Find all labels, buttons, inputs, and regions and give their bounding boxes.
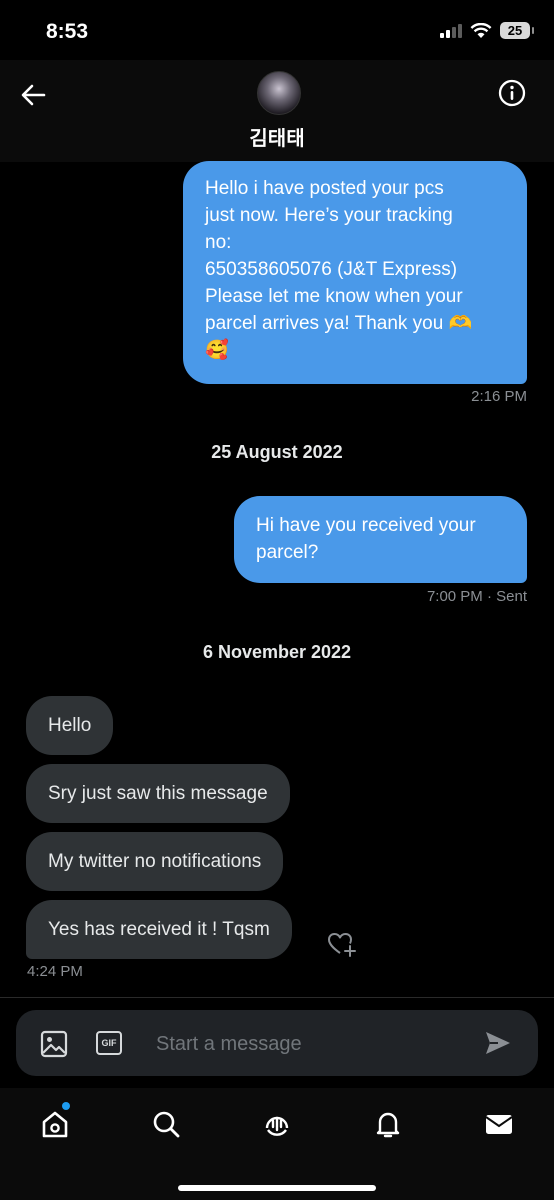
message-timestamp: 2:16 PM (471, 388, 527, 405)
message-timestamp: 4:24 PM (27, 963, 83, 980)
date-separator: 6 November 2022 (202, 642, 352, 662)
message-line: parcel arrives ya! Thank you 🫶 (205, 313, 473, 334)
contact-name[interactable]: 김태태 (0, 122, 554, 151)
message-line: just now. Here’s your tracking (205, 205, 453, 226)
notification-dot (62, 1102, 70, 1110)
notifications-icon[interactable] (372, 1108, 404, 1140)
battery-level: 25 (507, 23, 523, 38)
conversation-header: 김태태 (0, 60, 554, 162)
status-bar: 8:53 25 (0, 0, 554, 60)
info-icon[interactable] (498, 79, 526, 107)
message-input[interactable] (154, 1028, 458, 1060)
avatar[interactable] (257, 71, 301, 115)
message-composer: GIF (16, 1010, 538, 1076)
send-icon[interactable] (484, 1030, 512, 1056)
back-arrow-icon[interactable] (18, 80, 48, 110)
gif-button[interactable]: GIF (96, 1031, 122, 1055)
received-message-bubble[interactable]: Hello (26, 696, 114, 755)
date-separator: 25 August 2022 (211, 442, 343, 462)
cellular-signal-icon (440, 23, 462, 38)
received-message-bubble[interactable]: Sry just saw this message (26, 764, 290, 823)
home-indicator (178, 1185, 376, 1191)
message-line: no: (205, 232, 232, 253)
received-message-bubble[interactable]: Yes has received it ! Tqsm (26, 900, 292, 959)
message-line: Please let me know when your (205, 286, 463, 307)
sent-message-bubble[interactable]: Hello i have posted your pcs just now. H… (183, 161, 527, 384)
status-time: 8:53 (46, 20, 89, 43)
message-line: Hi have you received your (256, 515, 476, 536)
message-line: parcel? (256, 542, 319, 563)
search-icon[interactable] (150, 1108, 182, 1140)
message-line: 650358605076 (J&T Express) (205, 259, 458, 280)
received-message-bubble[interactable]: My twitter no notifications (26, 832, 284, 891)
sent-message-bubble[interactable]: Hi have you received your parcel? (234, 496, 527, 583)
image-icon[interactable] (40, 1030, 68, 1058)
add-reaction-icon[interactable] (327, 930, 357, 958)
message-status: 7:00 PM · Sent (426, 588, 527, 605)
battery-icon: 25 (500, 22, 534, 39)
message-line: 🥰 (205, 340, 229, 361)
spaces-icon[interactable] (261, 1108, 293, 1140)
wifi-icon (470, 22, 492, 38)
bottom-tab-bar (0, 1088, 554, 1200)
divider (0, 997, 554, 998)
message-line: Hello i have posted your pcs (205, 178, 444, 199)
messages-icon[interactable] (483, 1108, 515, 1140)
home-icon[interactable] (39, 1108, 71, 1140)
